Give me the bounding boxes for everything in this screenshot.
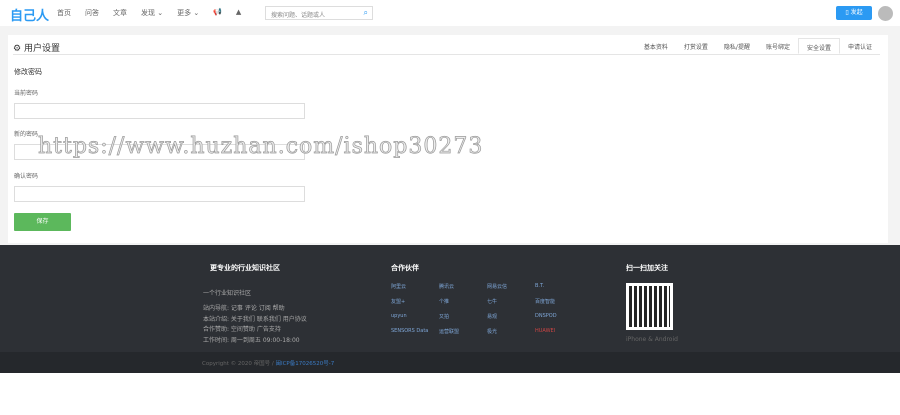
partner-logo[interactable]: upyun [391, 313, 431, 323]
nav-discover[interactable]: 发现 ⌄ [141, 8, 163, 18]
partner-logo[interactable]: DNSPOD [535, 313, 575, 323]
save-button[interactable]: 保存 [14, 213, 71, 231]
partner-logo[interactable]: 七牛 [487, 298, 527, 308]
nav-questions[interactable]: 问答 [85, 8, 99, 18]
main-nav: 首页 问答 文章 发现 ⌄ 更多 ⌄ 📢 ▲ [57, 8, 241, 18]
nav-articles[interactable]: 文章 [113, 8, 127, 18]
nav-more[interactable]: 更多 ⌄ [177, 8, 199, 18]
partner-logo[interactable]: 网易云信 [487, 283, 527, 293]
partner-logo[interactable]: 阿里云 [391, 283, 431, 293]
new-password-label: 新的密码 [14, 131, 39, 138]
footer-partners-title: 合作伙伴 [391, 264, 419, 272]
current-password-input[interactable] [14, 103, 305, 119]
page-title-text: 用户设置 [23, 44, 60, 54]
footer-line[interactable]: 站内导航: 记事 评论 订阅 帮助 [203, 303, 285, 312]
search-icon[interactable]: ⌕ [364, 8, 368, 18]
copyright-bar: Copyright © 2020 帝国号 / 闽ICP备17026520号-7 [0, 352, 900, 373]
watermark: https://www.huzhan.com/ishop30273 [38, 134, 484, 160]
tab-security[interactable]: 安全设置 [797, 38, 840, 54]
confirm-password-label: 确认密码 [14, 173, 39, 180]
partner-logo[interactable]: B.T. [535, 283, 575, 293]
partner-logo[interactable]: 极光 [487, 328, 527, 338]
partner-logo[interactable]: SENSORS Data [391, 328, 431, 338]
footer-line: 工作时间: 周一到周五 09:00-18:00 [203, 337, 300, 344]
publish-label: 发起 [850, 9, 863, 16]
search-input[interactable]: 搜索问题、话题或人 ⌕ [265, 6, 373, 20]
partner-logo[interactable]: 运营联盟 [439, 328, 479, 338]
partner-logo[interactable]: 易观 [487, 313, 527, 323]
footer-slogan: 一个行业知识社区 [203, 290, 252, 297]
settings-tabs: 基本资料 打赏设置 隐私/提醒 账号绑定 安全设置 申请认证 [636, 38, 880, 54]
partner-logos: 阿里云 腾讯云 网易云信 B.T. 友盟+ 个推 七牛 百度智能 upyun 又… [391, 283, 601, 338]
tab-privacy[interactable]: 隐私/提醒 [716, 38, 758, 54]
search-placeholder: 搜索问题、话题或人 [271, 12, 326, 19]
qr-caption: iPhone & Android [626, 336, 678, 343]
partner-logo[interactable]: 友盟+ [391, 298, 431, 308]
footer-line[interactable]: 本站介绍: 关于我们 联系我们 用户协议 [203, 314, 307, 323]
partner-logo[interactable]: 百度智能 [535, 298, 575, 308]
logo[interactable]: 自己人 [10, 5, 49, 24]
current-password-label: 当前密码 [14, 90, 39, 97]
footer-follow-title: 扫一扫加关注 [626, 264, 668, 272]
bell-icon[interactable]: ▲ [236, 8, 241, 18]
section-title: 修改密码 [14, 68, 42, 76]
tab-profile[interactable]: 基本资料 [636, 38, 676, 54]
nav-home[interactable]: 首页 [57, 8, 71, 18]
tab-reward[interactable]: 打赏设置 [676, 38, 716, 54]
gear-icon: ⚙ [13, 44, 22, 54]
publish-button[interactable]: ▯ 发起 [836, 6, 872, 20]
icp-link[interactable]: 闽ICP备17026520号-7 [275, 361, 334, 367]
qr-code [626, 283, 673, 330]
megaphone-icon[interactable]: 📢 [213, 8, 222, 18]
footer: 更专业的行业知识社区 一个行业知识社区 站内导航: 记事 评论 订阅 帮助 本站… [0, 245, 900, 352]
footer-line[interactable]: 合作赞助: 空间赞助 广告支持 [203, 324, 281, 333]
tab-verify[interactable]: 申请认证 [840, 38, 880, 54]
partner-logo[interactable]: 腾讯云 [439, 283, 479, 293]
tab-binding[interactable]: 账号绑定 [758, 38, 798, 54]
page-title: ⚙ 用户设置 [13, 41, 60, 54]
copyright-text: Copyright © 2020 帝国号 / [202, 361, 276, 367]
partner-logo[interactable]: 个推 [439, 298, 479, 308]
partner-logo[interactable]: HUAWEI [535, 328, 575, 338]
confirm-password-input[interactable] [14, 186, 305, 202]
divider [13, 54, 880, 55]
partner-logo[interactable]: 又拍 [439, 313, 479, 323]
top-navbar: 自己人 首页 问答 文章 发现 ⌄ 更多 ⌄ 📢 ▲ 搜索问题、话题或人 ⌕ ▯ … [0, 0, 900, 26]
footer-about-title: 更专业的行业知识社区 [210, 264, 280, 272]
avatar[interactable] [878, 6, 893, 21]
